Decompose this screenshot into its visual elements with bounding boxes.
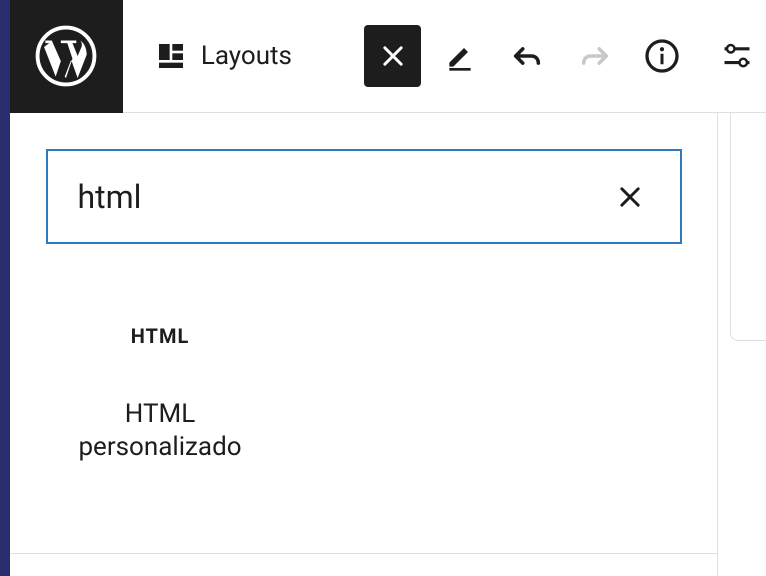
panel-divider <box>10 553 717 554</box>
sliders-icon <box>722 41 752 71</box>
close-icon <box>379 42 407 70</box>
settings-button[interactable] <box>709 25 766 87</box>
wordpress-icon <box>35 25 97 87</box>
close-inserter-button[interactable] <box>364 25 421 87</box>
info-button[interactable] <box>633 25 690 87</box>
block-search-input[interactable] <box>78 178 610 216</box>
block-result-custom-html[interactable]: HTML HTML personalizado <box>70 324 250 463</box>
info-icon <box>644 38 680 74</box>
redo-button[interactable] <box>566 25 623 87</box>
layouts-label: Layouts <box>201 41 292 71</box>
right-panel-edge <box>730 113 766 341</box>
html-block-icon: HTML <box>131 324 190 348</box>
clear-search-button[interactable] <box>610 177 650 217</box>
edit-button[interactable] <box>431 25 488 87</box>
wordpress-logo-button[interactable] <box>10 0 123 113</box>
layouts-button[interactable]: Layouts <box>143 32 304 80</box>
editor-topbar: Layouts <box>10 0 766 113</box>
pencil-icon <box>444 40 476 72</box>
redo-icon <box>578 39 612 73</box>
toolbar-group-left: Layouts <box>143 32 304 80</box>
undo-icon <box>510 39 544 73</box>
browser-left-edge <box>0 0 10 576</box>
block-result-label: HTML personalizado <box>70 398 250 463</box>
undo-button[interactable] <box>499 25 556 87</box>
block-inserter-panel: HTML HTML personalizado <box>10 113 718 576</box>
block-search-wrapper <box>46 149 682 244</box>
layouts-icon <box>155 40 187 72</box>
close-icon <box>616 183 644 211</box>
